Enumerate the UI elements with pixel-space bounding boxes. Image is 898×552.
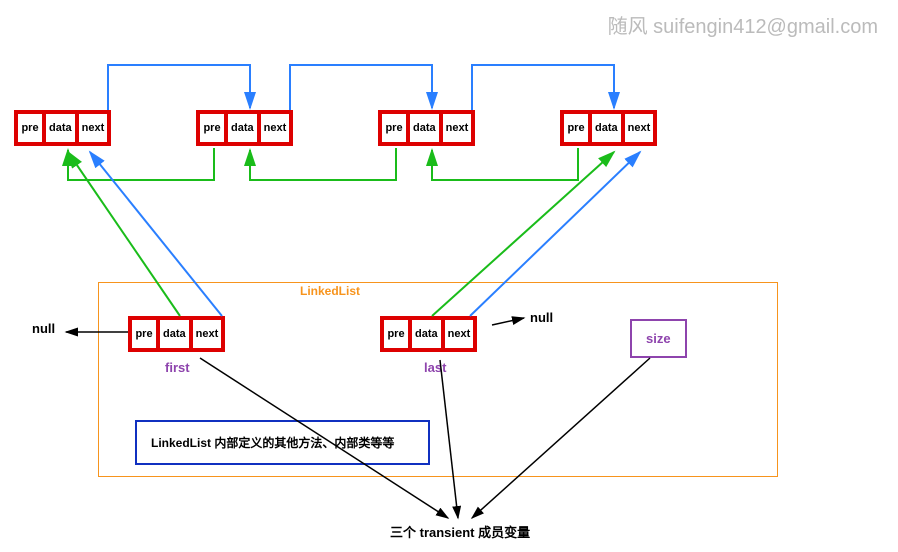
node-cell-pre: pre — [198, 112, 226, 144]
first-node: pre data next — [128, 316, 225, 352]
node-cell-pre: pre — [16, 112, 44, 144]
inner-methods-box: LinkedList 内部定义的其他方法、内部类等等 — [135, 420, 430, 465]
null-left-label: null — [32, 321, 55, 336]
chain-node-2: pre data next — [196, 110, 293, 146]
node-cell-pre: pre — [382, 318, 410, 350]
node-cell-next: next — [77, 112, 110, 144]
node-cell-data: data — [590, 112, 623, 144]
chain-node-4: pre data next — [560, 110, 657, 146]
watermark-text: 随风 suifengin412@gmail.com — [608, 10, 878, 39]
node-cell-next: next — [259, 112, 292, 144]
node-cell-next: next — [623, 112, 656, 144]
node-cell-next: next — [441, 112, 474, 144]
node-cell-data: data — [44, 112, 77, 144]
first-label: first — [165, 360, 190, 375]
chain-node-1: pre data next — [14, 110, 111, 146]
node-cell-pre: pre — [130, 318, 158, 350]
chain-node-3: pre data next — [378, 110, 475, 146]
last-node: pre data next — [380, 316, 477, 352]
last-label: last — [424, 360, 446, 375]
node-cell-data: data — [158, 318, 191, 350]
node-cell-pre: pre — [562, 112, 590, 144]
node-cell-next: next — [443, 318, 476, 350]
bottom-caption: 三个 transient 成员变量 — [390, 522, 530, 541]
size-box: size — [630, 319, 687, 358]
node-cell-data: data — [226, 112, 259, 144]
linkedlist-label: LinkedList — [300, 284, 360, 298]
node-cell-next: next — [191, 318, 224, 350]
node-cell-data: data — [410, 318, 443, 350]
node-cell-data: data — [408, 112, 441, 144]
node-cell-pre: pre — [380, 112, 408, 144]
null-right-label: null — [530, 310, 553, 325]
